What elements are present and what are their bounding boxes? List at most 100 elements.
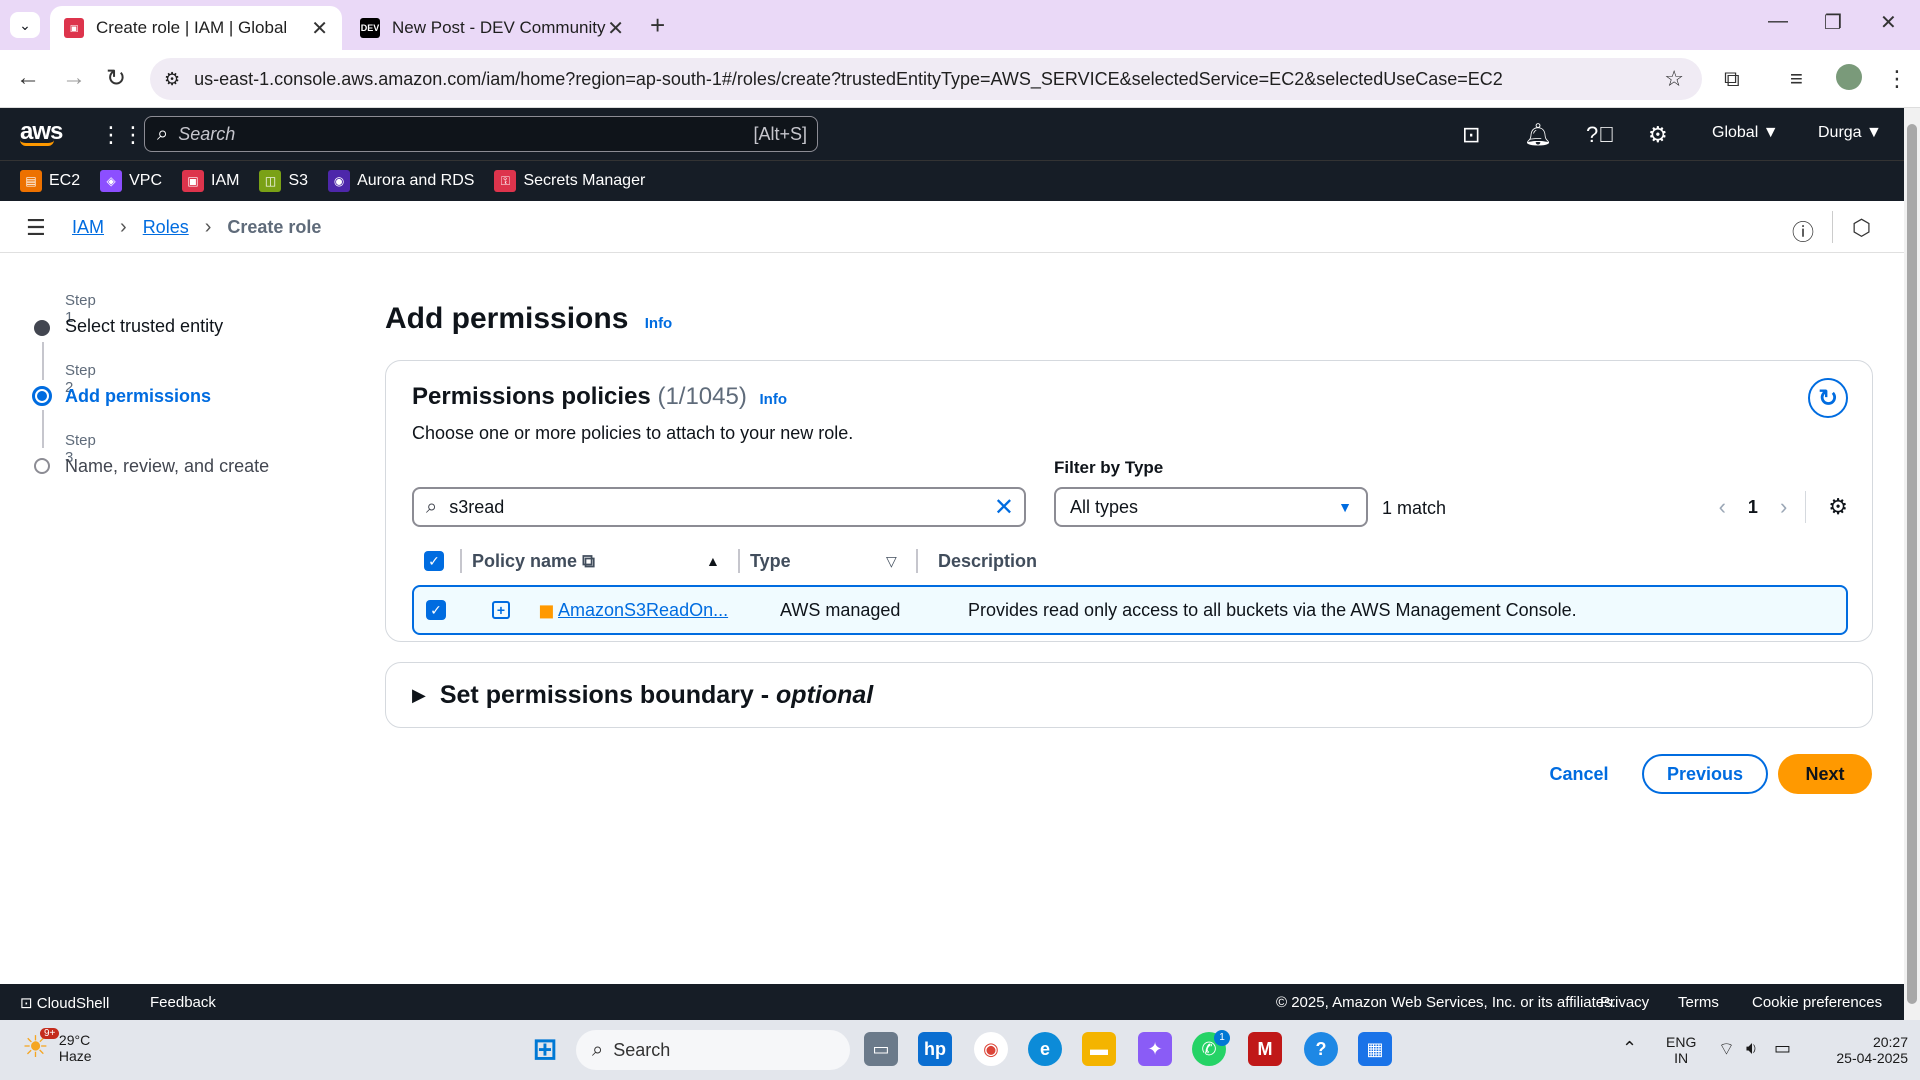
back-icon[interactable]: ← — [16, 64, 40, 92]
clock-time: 20:27 — [1872, 1034, 1908, 1050]
breadcrumb-roles[interactable]: Roles — [143, 217, 189, 238]
breadcrumb-iam[interactable]: IAM — [72, 217, 104, 238]
previous-button[interactable]: Previous — [1642, 754, 1768, 794]
file-explorer-icon[interactable]: ▬ — [1082, 1032, 1116, 1066]
cloudshell-button[interactable]: ⊡ CloudShell — [20, 994, 109, 1012]
url-text: us-east-1.console.aws.amazon.com/iam/hom… — [194, 68, 1503, 89]
wifi-icon[interactable]: ⌔ — [1718, 1038, 1735, 1061]
cookie-preferences-link[interactable]: Cookie preferences — [1752, 994, 1882, 1011]
close-window-icon[interactable]: ✕ — [1880, 10, 1897, 35]
policy-search-input[interactable]: ⌕ s3read ✕ — [412, 487, 1026, 527]
prev-page-icon[interactable]: ‹ — [1719, 494, 1726, 520]
tab-list-button[interactable]: ⌄ — [10, 12, 40, 38]
extensions-icon[interactable]: ⧉ — [1724, 66, 1740, 92]
clock[interactable]: 20:27 25-04-2025 — [1816, 1034, 1908, 1066]
table-settings-gear-icon[interactable]: ⚙ — [1828, 494, 1848, 520]
weather-widget[interactable]: ☀ 9+ 29°C Haze — [22, 1028, 92, 1065]
forward-icon[interactable]: → — [62, 64, 86, 92]
iam-icon: ▣ — [182, 170, 205, 192]
column-policy-name[interactable]: Policy name ⧉ — [472, 551, 595, 572]
ms-store-icon[interactable]: ▦ — [1358, 1032, 1392, 1066]
new-tab-icon[interactable]: + — [650, 10, 665, 41]
match-count: 1 match — [1382, 498, 1447, 518]
column-type[interactable]: Type — [750, 551, 791, 572]
clear-search-icon[interactable]: ✕ — [994, 493, 1014, 522]
notifications-bell-icon[interactable]: 🔔︎ — [1524, 122, 1552, 148]
chrome-taskbar-icon[interactable]: ◉ — [974, 1032, 1008, 1066]
fav-secrets-manager[interactable]: ⚿ Secrets Manager — [494, 170, 645, 192]
windows-start-icon[interactable]: ⊞ — [528, 1032, 562, 1066]
help-tips-icon[interactable]: ? — [1304, 1032, 1338, 1066]
address-bar-row: ← → ↻ ⚙ us-east-1.console.aws.amazon.com… — [0, 50, 1920, 108]
language-indicator[interactable]: ENG IN — [1666, 1034, 1696, 1066]
help-icon[interactable]: ?⃝ — [1586, 122, 1615, 148]
profile-avatar[interactable] — [1836, 64, 1862, 90]
page-number[interactable]: 1 — [1748, 497, 1758, 518]
cancel-button[interactable]: Cancel — [1540, 754, 1618, 794]
minimize-icon[interactable]: — — [1768, 10, 1788, 33]
weather-condition: Haze — [58, 1047, 92, 1064]
column-policy-name-label: Policy name — [472, 550, 578, 571]
scrollbar-thumb[interactable] — [1907, 124, 1917, 1004]
edge-icon[interactable]: e — [1028, 1032, 1062, 1066]
info-circle-icon[interactable]: ⓘ — [1792, 215, 1814, 247]
close-icon[interactable]: ✕ — [607, 16, 624, 41]
bookmark-star-icon[interactable]: ☆ — [1664, 66, 1684, 92]
row-checkbox[interactable]: ✓ — [426, 600, 446, 620]
restore-icon[interactable]: ❐ — [1824, 10, 1842, 35]
cloudshell-icon[interactable]: ⊡ — [1462, 122, 1480, 148]
aws-logo[interactable]: aws — [20, 118, 63, 146]
media-control-icon[interactable]: ≡ — [1790, 66, 1803, 92]
volume-icon[interactable]: 🔉︎ — [1746, 1038, 1757, 1059]
next-button[interactable]: Next — [1778, 754, 1872, 794]
refresh-button[interactable]: ↻ — [1808, 378, 1848, 418]
fav-label: IAM — [211, 172, 240, 189]
taskbar-search[interactable]: ⌕ Search — [576, 1030, 850, 1070]
select-all-checkbox[interactable]: ✓ — [424, 551, 444, 571]
url-input[interactable]: ⚙ us-east-1.console.aws.amazon.com/iam/h… — [150, 58, 1702, 100]
copilot-icon[interactable]: ✦ — [1138, 1032, 1172, 1066]
policies-title: Permissions policies — [412, 383, 651, 410]
sort-ascending-icon[interactable]: ▲ — [706, 553, 720, 569]
sort-toggle-icon[interactable]: ▽ — [886, 553, 897, 570]
feedback-link[interactable]: Feedback — [150, 994, 216, 1011]
expand-row-icon[interactable]: + — [492, 601, 510, 619]
battery-icon[interactable]: ▭ — [1774, 1038, 1791, 1059]
reload-icon[interactable]: ↻ — [106, 64, 126, 93]
table-row[interactable]: ✓ + ◼ AmazonS3ReadOn... AWS managed Prov… — [412, 585, 1848, 635]
security-shield-icon[interactable]: ⬡ — [1852, 215, 1871, 241]
fav-aurora-rds[interactable]: ◉ Aurora and RDS — [328, 170, 474, 192]
fav-ec2[interactable]: ▤ EC2 — [20, 170, 80, 192]
column-description[interactable]: Description — [938, 551, 1037, 572]
aws-search-input[interactable]: ⌕ Search [Alt+S] — [144, 116, 818, 152]
tab-title: Create role | IAM | Global — [96, 18, 288, 37]
terms-link[interactable]: Terms — [1678, 994, 1719, 1011]
region-selector[interactable]: Global ▼ — [1712, 124, 1779, 142]
page-scrollbar[interactable] — [1904, 108, 1920, 1020]
site-info-icon[interactable]: ⚙ — [164, 69, 180, 90]
fav-vpc[interactable]: ◈ VPC — [100, 170, 162, 192]
settings-gear-icon[interactable]: ⚙ — [1648, 122, 1668, 148]
close-icon[interactable]: ✕ — [311, 16, 328, 41]
fav-s3[interactable]: ◫ S3 — [259, 170, 308, 192]
tab-dev-community[interactable]: DEV New Post - DEV Community ✕ — [346, 6, 638, 50]
tab-create-role[interactable]: ▣ Create role | IAM | Global ✕ — [50, 6, 342, 50]
task-view-icon[interactable]: ▭ — [864, 1032, 898, 1066]
account-menu[interactable]: Durga ▼ — [1818, 124, 1882, 142]
hamburger-menu-icon[interactable]: ☰ — [26, 215, 46, 241]
show-hidden-icons-icon[interactable]: ⌃ — [1622, 1038, 1637, 1059]
chevron-right-icon: › — [204, 216, 212, 238]
policy-name-link[interactable]: AmazonS3ReadOn... — [558, 600, 728, 621]
policies-info-link[interactable]: Info — [760, 391, 788, 408]
next-page-icon[interactable]: › — [1780, 494, 1787, 520]
privacy-link[interactable]: Privacy — [1600, 994, 1649, 1011]
fav-iam[interactable]: ▣ IAM — [182, 170, 239, 192]
menu-kebab-icon[interactable]: ⋮ — [1886, 66, 1908, 92]
filter-type-select[interactable]: All types ▼ — [1054, 487, 1368, 527]
permissions-boundary-expander[interactable]: ▶ Set permissions boundary - optional — [385, 662, 1873, 728]
page-info-link[interactable]: Info — [645, 315, 673, 332]
step-1-title[interactable]: Select trusted entity — [65, 316, 223, 337]
column-type-label: Type — [750, 550, 791, 571]
mcafee-icon[interactable]: M — [1248, 1032, 1282, 1066]
myhp-icon[interactable]: hp — [918, 1032, 952, 1066]
